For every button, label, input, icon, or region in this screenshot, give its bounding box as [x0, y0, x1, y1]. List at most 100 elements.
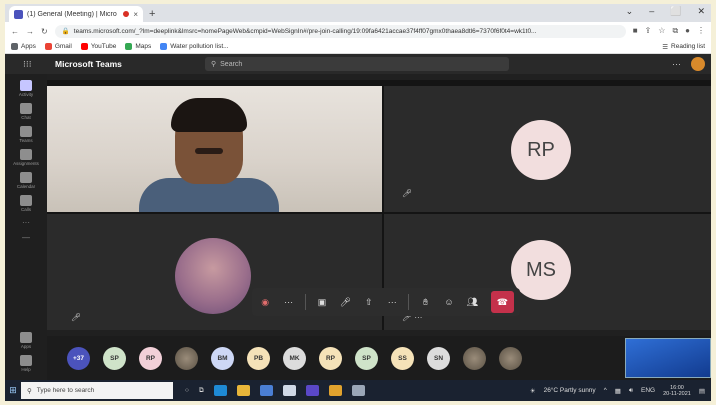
shared-content-thumbnail[interactable] — [625, 338, 711, 378]
weather-icon[interactable]: ☀ — [530, 387, 536, 395]
participant-avatar[interactable]: SP — [103, 346, 126, 370]
bookmark-gmail[interactable]: Gmail — [44, 43, 72, 50]
extensions-icon[interactable]: ⧉ — [672, 26, 678, 36]
bookmark-water-pollution[interactable]: Water pollution list... — [160, 43, 229, 50]
more-actions-icon[interactable]: ··· — [385, 294, 399, 310]
edge-icon[interactable] — [213, 385, 227, 396]
more-options-icon[interactable]: ··· — [672, 59, 681, 69]
raise-hand-icon[interactable]: ✋︎ — [418, 294, 432, 310]
rail-item-chat[interactable]: Chat — [20, 103, 32, 120]
user-avatar[interactable] — [691, 57, 705, 71]
reactions-icon[interactable]: ☺ — [442, 294, 456, 310]
divider — [304, 294, 306, 310]
tray-chevron-icon[interactable]: ^ — [604, 387, 607, 394]
participants-strip: +37 SP RP BM PB MK RP SP SS SN — [47, 336, 711, 380]
mic-toggle-icon[interactable]: 🎤︎ — [338, 294, 352, 310]
more-icon[interactable]: ··· — [281, 294, 295, 310]
address-bar-actions: ■ ⇪ ☆ ⧉ ● ⋮ — [633, 26, 705, 36]
bookmark-youtube[interactable]: YouTube — [80, 43, 116, 50]
url-field[interactable]: 🔒 teams.microsoft.com/_?lm=deeplink&lmsr… — [54, 24, 626, 38]
participant-avatar[interactable]: BM — [211, 346, 234, 370]
call-controls-bar: ◉ ··· ▣ 🎤︎ ⇧ ··· ✋︎ ☺ 👥︎ ☎ — [252, 288, 520, 316]
rail-item-activity[interactable]: Activity — [19, 80, 33, 97]
app-icon[interactable] — [351, 385, 365, 396]
windows-start-icon[interactable]: ⊞ — [5, 385, 21, 396]
chrome-icon[interactable] — [328, 385, 342, 396]
camera-in-use-icon[interactable]: ■ — [633, 26, 638, 36]
bookmark-maps[interactable]: Maps — [125, 43, 151, 50]
teams-favicon-icon — [14, 9, 23, 19]
mic-icon: 🎤︎ — [402, 189, 413, 198]
mail-icon[interactable] — [282, 385, 296, 396]
store-icon[interactable] — [259, 385, 273, 396]
network-icon[interactable]: ▦ — [615, 387, 621, 395]
bookmark-star-icon[interactable]: ☆ — [658, 26, 665, 36]
participant-avatar[interactable]: SS — [391, 346, 414, 370]
cortana-icon[interactable]: ○ — [185, 387, 189, 394]
overflow-participants[interactable]: +37 — [67, 346, 90, 370]
profile-icon[interactable]: ● — [685, 26, 690, 36]
menu-icon[interactable]: ⋮ — [697, 26, 705, 36]
file-explorer-icon[interactable] — [236, 385, 250, 396]
people-icon[interactable]: 👥︎ — [465, 294, 479, 310]
participant-avatar[interactable]: RP — [319, 346, 342, 370]
lock-icon: 🔒 — [61, 28, 70, 35]
close-window-button[interactable]: ✕ — [697, 6, 705, 17]
phone-icon — [20, 195, 32, 206]
new-tab-button[interactable]: + — [149, 8, 155, 20]
clock[interactable]: 16:00 20-11-2021 — [663, 385, 691, 397]
participant-avatar[interactable]: PB — [247, 346, 270, 370]
rail-item-apps[interactable]: Apps — [20, 332, 32, 349]
back-icon[interactable]: ← — [11, 27, 19, 36]
task-view-icon[interactable]: ⧉ — [199, 387, 204, 395]
teams-icon — [19, 126, 32, 137]
rail-item-calls[interactable]: Calls — [20, 195, 32, 212]
hang-up-button[interactable]: ☎ — [490, 291, 515, 313]
participant-avatar[interactable] — [499, 346, 522, 370]
rail-item-calendar[interactable]: Calendar — [17, 172, 35, 189]
bookmark-label: Maps — [135, 43, 152, 50]
share-screen-icon[interactable]: ⇧ — [362, 294, 376, 310]
more-apps-icon[interactable]: ··· — [22, 218, 30, 227]
screen: (1) General (Meeting) | Micro × + ⌄ – ⬜ … — [5, 4, 711, 401]
search-placeholder: Search — [220, 60, 243, 68]
participant-video-tile[interactable] — [47, 86, 382, 212]
apps-icon — [20, 332, 32, 343]
volume-icon[interactable]: 🔊︎ — [629, 387, 633, 395]
participant-avatar[interactable]: SN — [427, 346, 450, 370]
rail-item-help[interactable]: Help — [20, 355, 32, 372]
windows-taskbar: ⊞ ⚲ Type here to search ○ ⧉ ☀ 26°C Partl… — [5, 380, 711, 401]
browser-tab[interactable]: (1) General (Meeting) | Micro × — [9, 6, 143, 22]
participant-avatar[interactable]: RP — [139, 346, 162, 370]
rail-item-teams[interactable]: Teams — [19, 126, 33, 143]
participant-tile-rp[interactable]: RP 🎤︎ — [384, 86, 711, 212]
taskbar-search-input[interactable]: ⚲ Type here to search — [21, 382, 173, 399]
language-indicator[interactable]: ENG — [641, 387, 655, 394]
record-icon[interactable]: ◉ — [258, 294, 272, 310]
app-icon[interactable] — [305, 385, 319, 396]
reading-list[interactable]: ☰ Reading list — [662, 43, 705, 51]
camera-icon[interactable]: ▣ — [315, 294, 329, 310]
minimize-button[interactable]: – — [649, 6, 654, 17]
reading-list-label: Reading list — [671, 43, 705, 50]
participant-avatar[interactable] — [175, 346, 198, 370]
reload-icon[interactable]: ↻ — [41, 27, 48, 36]
bookmark-apps[interactable]: Apps — [11, 43, 36, 50]
participant-avatar[interactable] — [463, 346, 486, 370]
participant-avatar[interactable]: MK — [283, 346, 306, 370]
search-input[interactable]: ⚲ Search — [205, 57, 509, 71]
system-tray: ☀ 26°C Partly sunny ^ ▦ 🔊︎ ENG 16:00 20-… — [530, 385, 711, 397]
maximize-button[interactable]: ⬜ — [670, 6, 681, 17]
youtube-icon — [80, 43, 88, 50]
notifications-icon[interactable]: ▤ — [699, 387, 705, 395]
weather-text[interactable]: 26°C Partly sunny — [544, 387, 596, 394]
help-icon — [20, 355, 32, 366]
tab-search-icon[interactable]: ⌄ — [626, 6, 634, 17]
share-page-icon[interactable]: ⇪ — [645, 26, 652, 36]
chat-icon — [20, 103, 32, 114]
close-tab-icon[interactable]: × — [133, 10, 138, 19]
app-launcher-icon[interactable]: ⁝⁝⁝ — [23, 59, 41, 70]
rail-item-assignments[interactable]: Assignments — [13, 149, 39, 166]
participant-avatar[interactable]: SP — [355, 346, 378, 370]
forward-icon[interactable]: → — [26, 27, 34, 36]
